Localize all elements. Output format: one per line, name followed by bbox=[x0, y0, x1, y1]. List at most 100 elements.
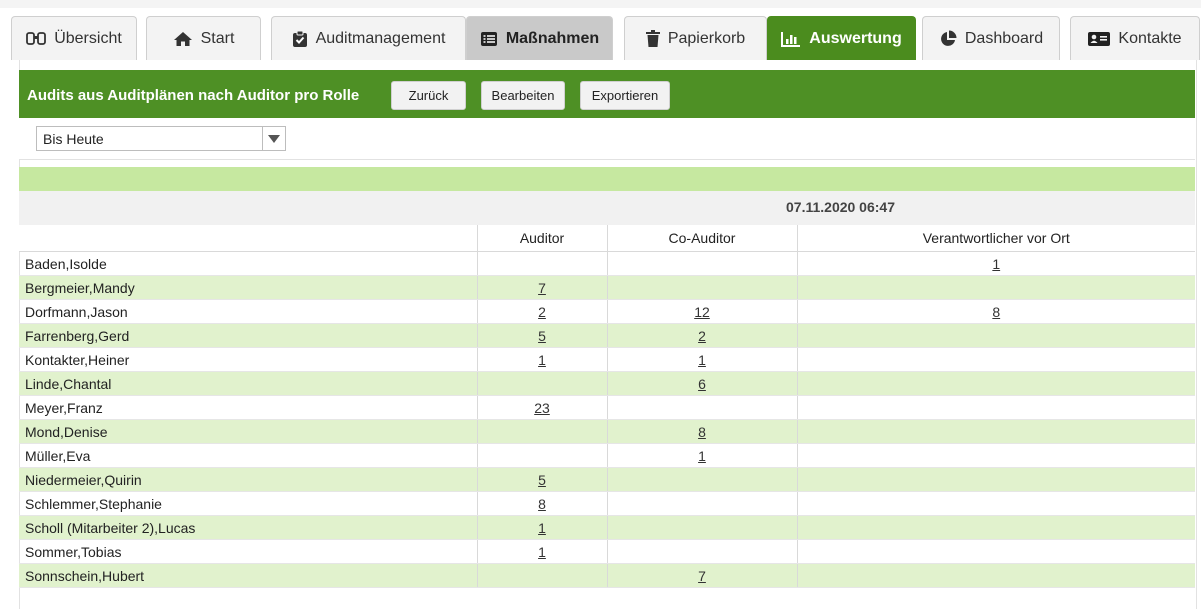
tab-start[interactable]: Start bbox=[146, 16, 261, 60]
cell-auditor: 23 bbox=[476, 395, 607, 420]
cell-co-auditor bbox=[606, 395, 797, 420]
cell-co-auditor: 8 bbox=[606, 419, 797, 444]
cell-verantwortlicher bbox=[796, 539, 1195, 564]
report-table: Auditor Co-Auditor Verantwortlicher vor … bbox=[19, 225, 1195, 588]
back-button[interactable]: Zurück bbox=[391, 81, 466, 110]
cell-co-auditor: 2 bbox=[606, 323, 797, 348]
cell-verantwortlicher bbox=[796, 515, 1195, 540]
table-row: Müller,Eva 1 bbox=[19, 443, 1195, 468]
cell-co-auditor bbox=[606, 539, 797, 564]
cell-auditor: 5 bbox=[476, 467, 607, 492]
cell-verantwortlicher bbox=[796, 395, 1195, 420]
row-person-name: Mond,Denise bbox=[19, 419, 477, 444]
table-row: Sonnschein,Hubert 7 bbox=[19, 563, 1195, 588]
count-link[interactable]: 6 bbox=[698, 376, 706, 392]
column-header-co-auditor: Co-Auditor bbox=[606, 225, 797, 252]
tab-label: Start bbox=[200, 29, 235, 47]
row-person-name: Müller,Eva bbox=[19, 443, 477, 468]
trash-icon bbox=[645, 29, 660, 48]
report-title: Audits aus Auditplänen nach Auditor pro … bbox=[27, 87, 360, 104]
column-header-name bbox=[19, 225, 477, 252]
count-link[interactable]: 5 bbox=[538, 328, 546, 344]
tab-kontakte[interactable]: Kontakte bbox=[1070, 16, 1200, 60]
cell-auditor bbox=[476, 419, 607, 444]
cell-auditor: 1 bbox=[476, 539, 607, 564]
count-link[interactable]: 8 bbox=[698, 424, 706, 440]
column-header-auditor: Auditor bbox=[476, 225, 607, 252]
period-select[interactable]: Bis Heute bbox=[36, 126, 286, 151]
count-link[interactable]: 8 bbox=[538, 496, 546, 512]
tab-label: Dashboard bbox=[964, 29, 1044, 47]
cell-co-auditor bbox=[606, 491, 797, 516]
cell-co-auditor: 12 bbox=[606, 299, 797, 324]
cell-auditor: 5 bbox=[476, 323, 607, 348]
cell-verantwortlicher bbox=[796, 563, 1195, 588]
export-button[interactable]: Exportieren bbox=[580, 81, 670, 110]
count-link[interactable]: 1 bbox=[992, 256, 1000, 272]
cell-verantwortlicher bbox=[796, 491, 1195, 516]
count-link[interactable]: 1 bbox=[538, 352, 546, 368]
top-strip bbox=[0, 0, 1201, 8]
cell-auditor: 7 bbox=[476, 275, 607, 300]
tab-dashboard[interactable]: Dashboard bbox=[922, 16, 1060, 60]
count-link[interactable]: 1 bbox=[538, 520, 546, 536]
column-header-verantwortlicher: Verantwortlicher vor Ort bbox=[796, 225, 1195, 252]
cell-verantwortlicher: 8 bbox=[796, 299, 1195, 324]
tab-massnahmen[interactable]: Maßnahmen bbox=[466, 16, 613, 60]
table-row: Bergmeier,Mandy 7 bbox=[19, 275, 1195, 300]
row-person-name: Dorfmann,Jason bbox=[19, 299, 477, 324]
tab-label: Auditmanagement bbox=[315, 29, 446, 47]
tab-label: Papierkorb bbox=[667, 29, 746, 47]
cell-co-auditor bbox=[606, 251, 797, 276]
cell-auditor bbox=[476, 563, 607, 588]
table-row: Mond,Denise 8 bbox=[19, 419, 1195, 444]
clipboard-check-icon bbox=[292, 30, 308, 48]
cell-co-auditor bbox=[606, 515, 797, 540]
count-link[interactable]: 1 bbox=[698, 352, 706, 368]
tab-label: Kontakte bbox=[1118, 29, 1182, 47]
count-link[interactable]: 7 bbox=[698, 568, 706, 584]
count-link[interactable]: 7 bbox=[538, 280, 546, 296]
table-row: Linde,Chantal 6 bbox=[19, 371, 1195, 396]
row-person-name: Niedermeier,Quirin bbox=[19, 467, 477, 492]
period-select-value: Bis Heute bbox=[43, 131, 104, 147]
cell-co-auditor: 1 bbox=[606, 443, 797, 468]
table-row: Sommer,Tobias 1 bbox=[19, 539, 1195, 564]
binoculars-icon bbox=[26, 31, 47, 47]
count-link[interactable]: 23 bbox=[534, 400, 550, 416]
cell-verantwortlicher bbox=[796, 443, 1195, 468]
tab-auditmanagement[interactable]: Auditmanagement bbox=[271, 16, 466, 60]
tab-label: Übersicht bbox=[54, 29, 122, 47]
row-person-name: Sommer,Tobias bbox=[19, 539, 477, 564]
count-link[interactable]: 12 bbox=[694, 304, 710, 320]
count-link[interactable]: 8 bbox=[992, 304, 1000, 320]
report-timestamp: 07.11.2020 06:47 bbox=[786, 199, 895, 215]
table-row: Meyer,Franz 23 bbox=[19, 395, 1195, 420]
pie-chart-icon bbox=[939, 30, 957, 48]
row-person-name: Linde,Chantal bbox=[19, 371, 477, 396]
table-row: Baden,Isolde 1 bbox=[19, 251, 1195, 276]
count-link[interactable]: 2 bbox=[538, 304, 546, 320]
table-row: Kontakter,Heiner 1 1 bbox=[19, 347, 1195, 372]
cell-auditor: 1 bbox=[476, 347, 607, 372]
row-person-name: Kontakter,Heiner bbox=[19, 347, 477, 372]
edit-button[interactable]: Bearbeiten bbox=[481, 81, 565, 110]
row-person-name: Meyer,Franz bbox=[19, 395, 477, 420]
tab-papierkorb[interactable]: Papierkorb bbox=[624, 16, 767, 60]
chevron-down-icon[interactable] bbox=[262, 127, 285, 150]
count-link[interactable]: 1 bbox=[538, 544, 546, 560]
count-link[interactable]: 2 bbox=[698, 328, 706, 344]
table-row: Schlemmer,Stephanie 8 bbox=[19, 491, 1195, 516]
cell-auditor: 1 bbox=[476, 515, 607, 540]
tab-uebersicht[interactable]: Übersicht bbox=[11, 16, 137, 60]
list-icon bbox=[480, 31, 498, 47]
count-link[interactable]: 5 bbox=[538, 472, 546, 488]
cell-verantwortlicher bbox=[796, 371, 1195, 396]
tab-auswertung[interactable]: Auswertung bbox=[767, 16, 916, 60]
cell-auditor bbox=[476, 371, 607, 396]
row-person-name: Sonnschein,Hubert bbox=[19, 563, 477, 588]
cell-verantwortlicher: 1 bbox=[796, 251, 1195, 276]
count-link[interactable]: 1 bbox=[698, 448, 706, 464]
cell-co-auditor: 1 bbox=[606, 347, 797, 372]
row-person-name: Baden,Isolde bbox=[19, 251, 477, 276]
